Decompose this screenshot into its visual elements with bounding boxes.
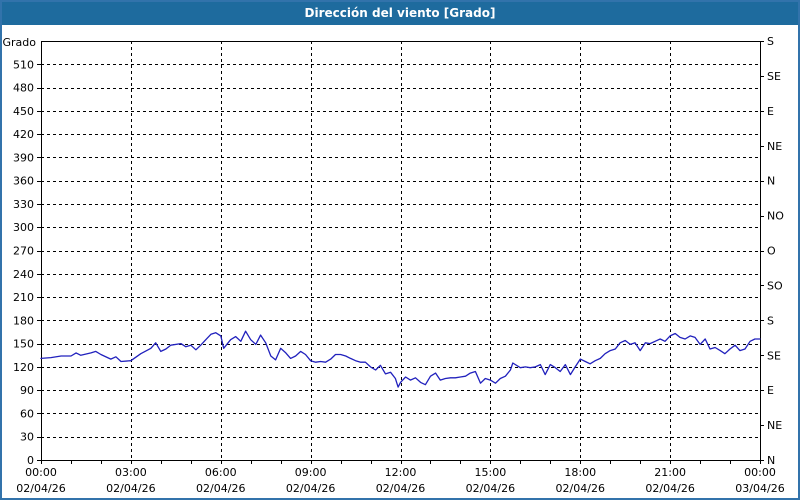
y-tick-label: 420 [13,128,34,141]
x-tick-date-label: 02/04/26 [645,482,694,495]
compass-label: NE [767,140,782,153]
x-tick-date-label: 02/04/26 [466,482,515,495]
y-axis-unit-label: Grado [3,36,37,49]
x-tick-time-label: 00:00 [744,466,776,479]
y-tick-label: 300 [13,221,34,234]
y-tick-label: 180 [13,314,34,327]
y-tick-label: 210 [13,291,34,304]
compass-label: S [767,35,774,48]
x-tick-date-label: 02/04/26 [196,482,245,495]
wind-direction-line [40,330,761,388]
x-tick-time-label: 03:00 [115,466,147,479]
compass-label: E [767,384,774,397]
compass-label: SE [767,70,781,83]
compass-label: SE [767,349,781,362]
y-tick-label: 90 [20,384,34,397]
y-tick-label: 450 [13,105,34,118]
compass-label: SO [767,279,783,292]
x-tick-time-label: 15:00 [475,466,507,479]
chart-title-bar: Dirección del viento [Grado] [2,2,798,25]
y-tick-label: 270 [13,245,34,258]
x-tick-time-label: 06:00 [205,466,237,479]
compass-label: N [767,454,775,467]
y-tick-label: 60 [20,407,34,420]
y-tick-label: 240 [13,268,34,281]
x-tick-date-label: 03/04/26 [735,482,784,495]
x-tick-date-label: 02/04/26 [376,482,425,495]
x-tick-date-label: 02/04/26 [286,482,335,495]
y-tick-label: 120 [13,361,34,374]
chart-window: Dirección del viento [Grado] 510 480 450 42… [0,0,800,500]
chart-title: Dirección del viento [Grado] [304,6,496,20]
wind-direction-chart: 510 480 450 420 390 360 330 300 270 240 210 180 150 1… [3,35,785,495]
x-tick-time-label: 18:00 [564,466,596,479]
y-tick-label: 510 [13,58,34,71]
x-tick-time-label: 09:00 [295,466,327,479]
y-tick-label: 360 [13,175,34,188]
y-tick-label: 30 [20,431,34,444]
x-tick-time-label: 12:00 [385,466,417,479]
y-tick-label: 480 [13,82,34,95]
y-tick-label: 150 [13,338,34,351]
x-tick-date-label: 02/04/26 [556,482,605,495]
compass-label: NO [767,210,784,223]
y-tick-label: 390 [13,151,34,164]
compass-label: E [767,105,774,118]
x-tick-time-label: 00:00 [25,466,57,479]
compass-label: NE [767,419,782,432]
compass-label: S [767,314,774,327]
x-tick-date-label: 02/04/26 [106,482,155,495]
x-tick-date-label: 02/04/26 [16,482,65,495]
y-tick-label: 330 [13,198,34,211]
x-tick-time-label: 21:00 [654,466,686,479]
compass-label: N [767,175,775,188]
compass-label: O [767,245,776,258]
